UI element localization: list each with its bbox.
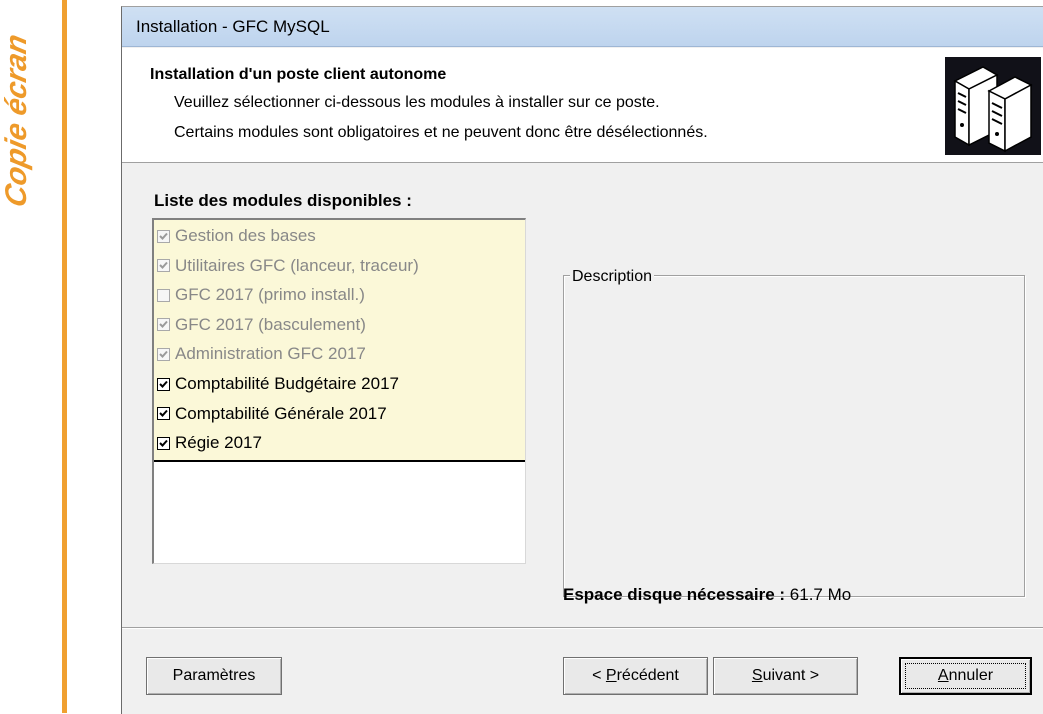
module-listbox[interactable]: Gestion des bases Utilitaires GFC (lanceu… [152, 218, 526, 564]
wizard-header: Installation d'un poste client autonome … [122, 48, 1043, 163]
next-accel: S [751, 667, 763, 684]
module-checkbox[interactable] [157, 407, 170, 421]
previous-accel: P [605, 667, 617, 684]
cancel-button[interactable]: Annuler [899, 657, 1032, 695]
module-label: GFC 2017 (basculement) [175, 314, 366, 334]
module-label: Utilitaires GFC (lanceur, traceur) [175, 255, 419, 275]
disk-space: Espace disque nécessaire : 61.7 Mo [563, 585, 851, 605]
previous-prefix: < [592, 667, 606, 684]
next-rest: uivant > [762, 667, 820, 684]
module-checkbox [157, 288, 170, 302]
module-item[interactable]: Régie 2017 [157, 429, 262, 457]
module-item: GFC 2017 (basculement) [157, 311, 366, 339]
server-icon [945, 57, 1041, 155]
header-instruction-2: Certains modules sont obligatoires et ne… [174, 124, 708, 141]
window-title: Installation - GFC MySQL [136, 17, 330, 36]
module-label: Régie 2017 [175, 433, 262, 453]
module-item[interactable]: Comptabilité Générale 2017 [157, 400, 387, 428]
next-button[interactable]: Suivant > [713, 657, 858, 695]
previous-rest: récédent [616, 667, 679, 684]
parameters-button-label: Paramètres [172, 667, 256, 684]
orange-rule [62, 0, 67, 713]
module-item[interactable]: Comptabilité Budgétaire 2017 [157, 370, 399, 398]
module-items: Gestion des bases Utilitaires GFC (lanceu… [154, 220, 525, 462]
modules-heading: Liste des modules disponibles : [154, 191, 412, 210]
module-label: GFC 2017 (primo install.) [175, 285, 365, 305]
module-checkbox [157, 259, 170, 273]
module-checkbox [157, 229, 170, 243]
module-label: Comptabilité Budgétaire 2017 [175, 374, 399, 393]
header-title: Installation d'un poste client autonome [150, 66, 447, 83]
module-checkbox[interactable] [157, 436, 170, 450]
module-checkbox [157, 347, 170, 361]
module-label: Comptabilité Générale 2017 [175, 403, 387, 423]
installer-dialog: Installation - GFC MySQL Installation d'… [121, 6, 1043, 714]
module-item: Administration GFC 2017 [157, 340, 366, 368]
module-label: Administration GFC 2017 [175, 344, 366, 364]
focus-rect [905, 663, 1026, 689]
footer-separator [122, 627, 1043, 629]
module-item: Utilitaires GFC (lanceur, traceur) [157, 252, 419, 280]
previous-button[interactable]: < Précédent [563, 657, 708, 695]
module-checkbox[interactable] [157, 377, 170, 391]
module-label: Gestion des bases [175, 226, 316, 245]
description-legend: Description [570, 268, 655, 286]
module-checkbox [157, 318, 170, 332]
side-label: Copie écran [0, 8, 42, 211]
title-bar[interactable]: Installation - GFC MySQL [122, 7, 1043, 47]
module-item: GFC 2017 (primo install.) [157, 281, 365, 309]
disk-space-value: 61.7 Mo [789, 585, 852, 604]
module-item: Gestion des bases [157, 222, 316, 250]
disk-space-label: Espace disque nécessaire : [563, 585, 786, 604]
parameters-button[interactable]: Paramètres [146, 657, 282, 695]
copie-ecran-label: Copie écran [0, 31, 33, 211]
header-instruction-1: Veuillez sélectionner ci-dessous les mod… [174, 94, 660, 111]
description-groupbox: Description [563, 268, 1025, 597]
